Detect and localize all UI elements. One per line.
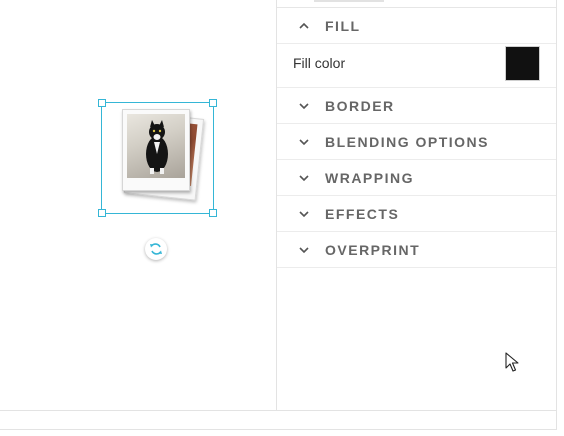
chevron-down-icon xyxy=(299,247,309,254)
section-wrapping[interactable]: WRAPPING xyxy=(277,160,556,196)
resize-handle-top-left[interactable] xyxy=(98,99,106,107)
photo-stack-image[interactable] xyxy=(120,109,205,201)
section-overprint-label: OVERPRINT xyxy=(325,242,421,258)
horizontal-scrollbar[interactable] xyxy=(0,411,557,430)
section-blending-options[interactable]: BLENDING OPTIONS xyxy=(277,124,556,160)
chevron-down-icon xyxy=(299,103,309,110)
rotate-icon xyxy=(150,243,162,255)
resize-handle-top-right[interactable] xyxy=(209,99,217,107)
section-effects-label: EFFECTS xyxy=(325,206,400,222)
mouse-cursor-icon xyxy=(505,352,519,372)
section-effects[interactable]: EFFECTS xyxy=(277,196,556,232)
properties-panel: FILL Fill color BORDER BLENDING OPTIONS … xyxy=(277,0,557,411)
section-fill[interactable]: FILL xyxy=(277,8,556,44)
chevron-up-icon xyxy=(299,22,309,29)
fill-color-swatch[interactable] xyxy=(505,46,540,81)
resize-handle-bottom-left[interactable] xyxy=(98,209,106,217)
section-fill-label: FILL xyxy=(325,18,361,34)
rotate-button[interactable] xyxy=(145,238,167,260)
fill-color-row: Fill color xyxy=(277,43,556,88)
section-border[interactable]: BORDER xyxy=(277,88,556,124)
resize-handle-bottom-right[interactable] xyxy=(209,209,217,217)
polaroid-front xyxy=(122,109,190,191)
chevron-down-icon xyxy=(299,211,309,218)
cat-illustration xyxy=(146,120,168,174)
chevron-down-icon xyxy=(299,175,309,182)
section-wrapping-label: WRAPPING xyxy=(325,170,414,186)
fill-color-label: Fill color xyxy=(293,55,346,71)
panel-tab-indicator xyxy=(314,0,384,2)
selection-box[interactable] xyxy=(98,99,217,217)
section-overprint[interactable]: OVERPRINT xyxy=(277,232,556,268)
app-root: FILL Fill color BORDER BLENDING OPTIONS … xyxy=(0,0,564,436)
section-border-label: BORDER xyxy=(325,98,395,114)
chevron-down-icon xyxy=(299,139,309,146)
design-canvas[interactable] xyxy=(0,0,277,411)
cat-photo xyxy=(127,114,185,178)
section-blending-options-label: BLENDING OPTIONS xyxy=(325,134,490,150)
